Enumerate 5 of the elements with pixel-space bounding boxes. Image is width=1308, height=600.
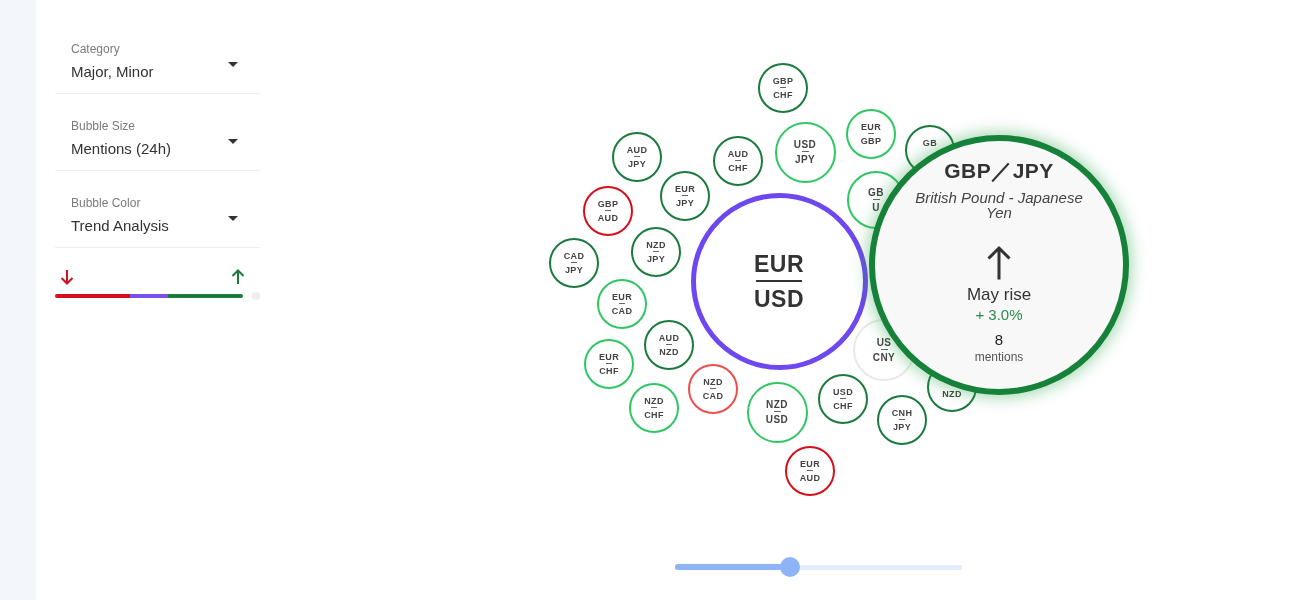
pair-description: British Pound - Japanese Yen bbox=[914, 190, 1084, 220]
change-percent: + 3.0% bbox=[975, 306, 1023, 324]
mentions-label: mentions bbox=[974, 350, 1024, 364]
mentions-count: 8 bbox=[994, 331, 1004, 349]
trend-label: May rise bbox=[966, 285, 1032, 305]
